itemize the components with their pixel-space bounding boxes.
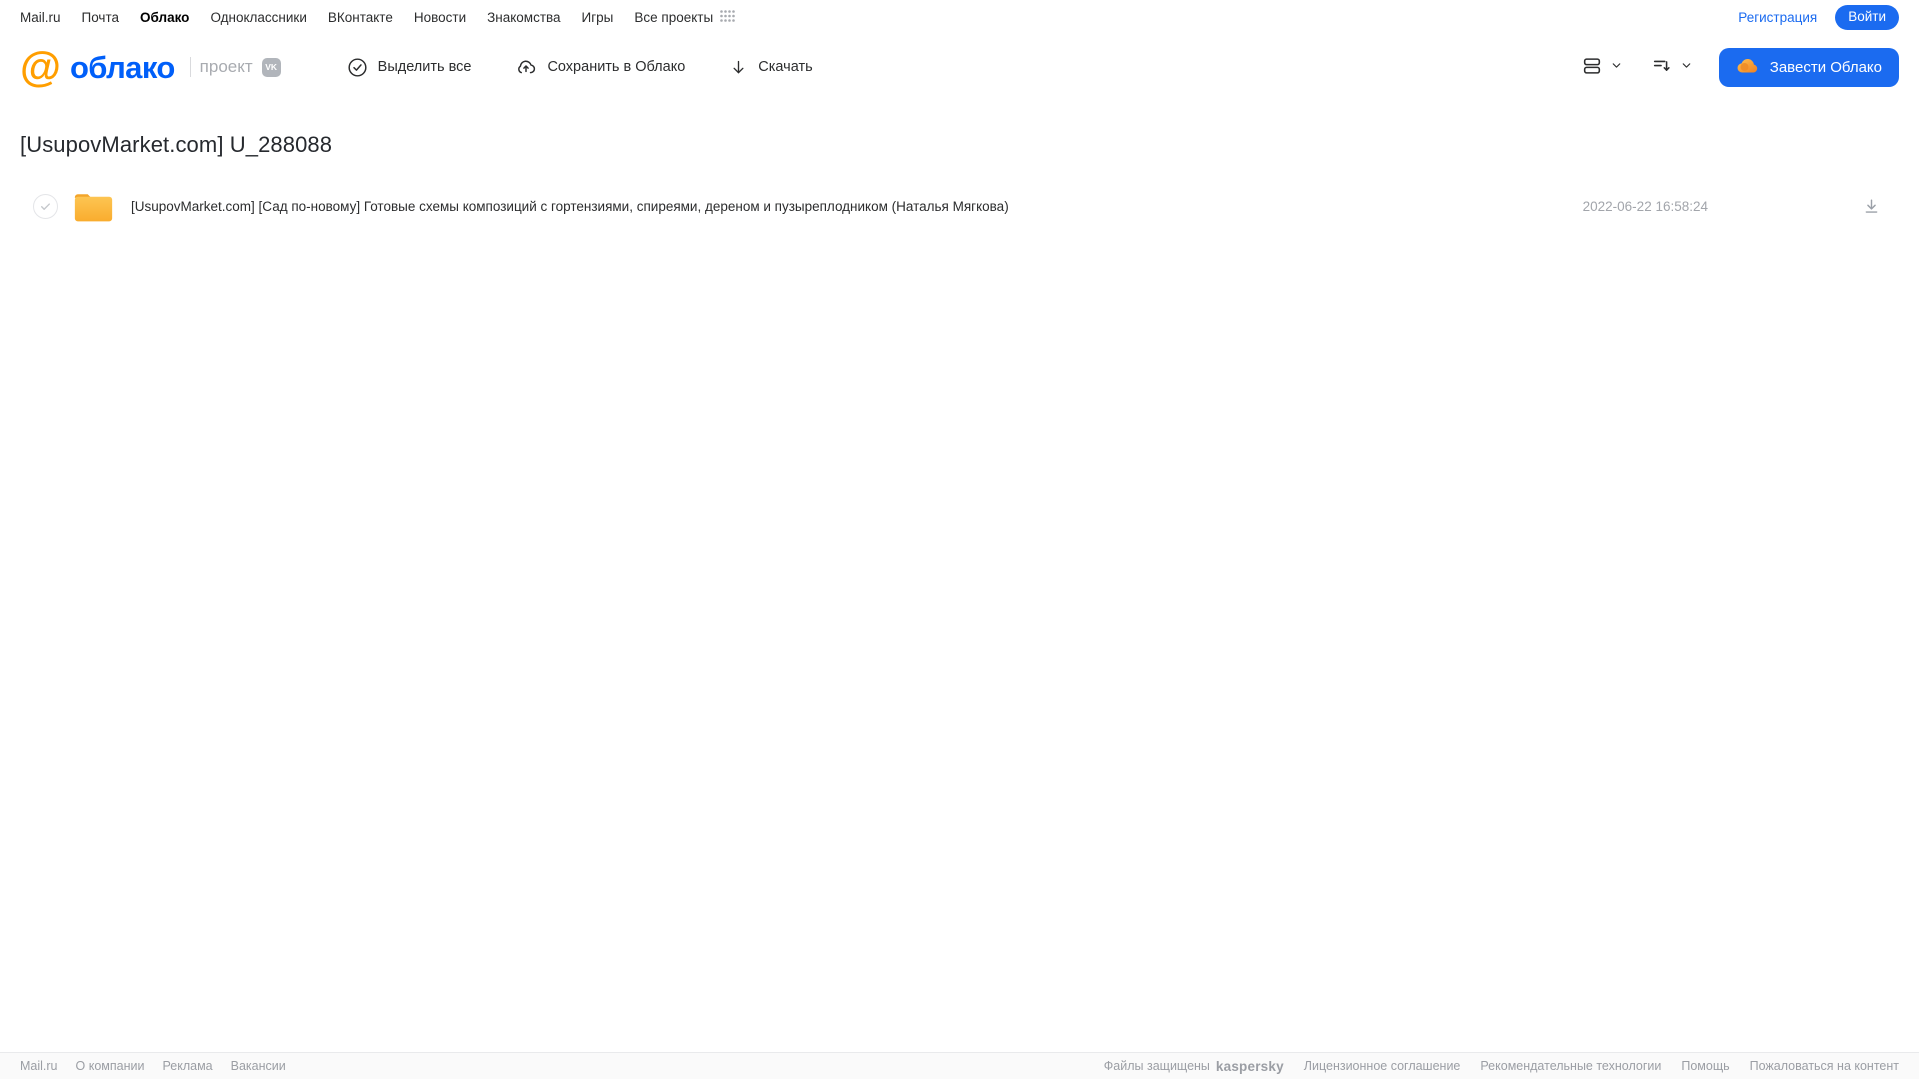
- nav-all-projects[interactable]: Все проекты: [634, 10, 735, 25]
- files-protected-note: Файлы защищены kaspersky: [1104, 1059, 1284, 1074]
- portal-nav: Mail.ru Почта Облако Одноклассники ВКонт…: [0, 0, 1919, 33]
- cloud-icon: [1736, 56, 1760, 78]
- nav-mailru[interactable]: Mail.ru: [20, 10, 61, 25]
- footer-ads-link[interactable]: Реклама: [162, 1059, 212, 1073]
- login-button[interactable]: Войти: [1835, 5, 1899, 30]
- registration-link[interactable]: Регистрация: [1738, 10, 1817, 25]
- footer-left-links: Mail.ru О компании Реклама Вакансии: [20, 1059, 286, 1073]
- portal-nav-auth: Регистрация Войти: [1738, 5, 1899, 30]
- check-circle-icon: [347, 57, 368, 78]
- vk-logo-icon: VK: [261, 57, 281, 77]
- cloud-upload-icon: [515, 57, 537, 78]
- nav-vkontakte[interactable]: ВКонтакте: [328, 10, 393, 25]
- sort-selector[interactable]: [1649, 53, 1695, 82]
- footer-jobs-link[interactable]: Вакансии: [231, 1059, 286, 1073]
- page-footer: Mail.ru О компании Реклама Вакансии Файл…: [0, 1052, 1919, 1079]
- check-icon: [41, 202, 50, 210]
- row-checkbox[interactable]: [33, 193, 58, 219]
- kaspersky-logo[interactable]: kaspersky: [1216, 1059, 1284, 1074]
- select-all-label: Выделить все: [377, 59, 472, 75]
- save-to-cloud-button[interactable]: Сохранить в Облако: [511, 51, 689, 84]
- get-cloud-label: Завести Облако: [1769, 58, 1882, 76]
- project-label: проект: [199, 57, 253, 76]
- nav-games[interactable]: Игры: [582, 10, 614, 25]
- mailru-at-icon: @: [20, 43, 61, 90]
- chevron-down-icon: [1610, 59, 1623, 75]
- footer-about-link[interactable]: О компании: [76, 1059, 145, 1073]
- nav-dating[interactable]: Знакомства: [487, 10, 560, 25]
- get-cloud-button[interactable]: Завести Облако: [1718, 47, 1899, 87]
- view-mode-selector[interactable]: [1579, 53, 1625, 82]
- main-content: [UsupovMarket.com] U_288088 [UsupovMarke…: [0, 132, 1919, 230]
- download-arrow-icon: [729, 58, 748, 77]
- sort-icon: [1651, 55, 1673, 80]
- cloud-logo[interactable]: @ облако проект VK: [20, 43, 281, 90]
- portal-nav-links: Mail.ru Почта Облако Одноклассники ВКонт…: [20, 10, 735, 25]
- footer-mailru-link[interactable]: Mail.ru: [20, 1059, 58, 1073]
- download-tray-icon: [1865, 198, 1878, 213]
- footer-license-link[interactable]: Лицензионное соглашение: [1304, 1059, 1461, 1073]
- cloud-public-page: Mail.ru Почта Облако Одноклассники ВКонт…: [0, 0, 1919, 1079]
- file-toolbar: Выделить все Сохранить в Облако Скачать: [343, 51, 817, 84]
- nav-mail[interactable]: Почта: [82, 10, 120, 25]
- page-title: [UsupovMarket.com] U_288088: [20, 132, 333, 157]
- nav-odnoklassniki[interactable]: Одноклассники: [210, 10, 306, 25]
- footer-recommendations-link[interactable]: Рекомендательные технологии: [1480, 1059, 1661, 1073]
- list-view-icon: [1581, 55, 1603, 80]
- file-name-link[interactable]: [UsupovMarket.com] [Сад по-новому] Готов…: [131, 199, 1009, 214]
- footer-right-links: Файлы защищены kaspersky Лицензионное со…: [1104, 1059, 1899, 1074]
- row-download-button[interactable]: [1860, 195, 1883, 218]
- header-right-controls: Завести Облако: [1579, 47, 1899, 87]
- vk-project-tag: проект VK: [189, 57, 281, 77]
- footer-report-link[interactable]: Пожаловаться на контент: [1750, 1059, 1899, 1073]
- footer-help-link[interactable]: Помощь: [1681, 1059, 1729, 1073]
- folder-icon[interactable]: [73, 189, 114, 224]
- nav-cloud[interactable]: Облако: [140, 10, 189, 25]
- cloud-header: @ облако проект VK Выделить все Сохранит…: [0, 33, 1919, 101]
- save-to-cloud-label: Сохранить в Облако: [547, 59, 686, 75]
- chevron-down-icon: [1680, 59, 1693, 75]
- nav-news[interactable]: Новости: [414, 10, 466, 25]
- protected-by-label: Файлы защищены: [1103, 1059, 1210, 1073]
- nav-all-projects-label: Все проекты: [634, 10, 714, 25]
- download-button[interactable]: Скачать: [725, 52, 816, 83]
- cloud-logo-text: облако: [69, 49, 175, 85]
- apps-grid-icon: [720, 10, 735, 25]
- select-all-button[interactable]: Выделить все: [343, 51, 476, 84]
- download-label: Скачать: [758, 59, 813, 75]
- logo-divider: [189, 57, 191, 77]
- file-modified-date: 2022-06-22 16:58:24: [1582, 198, 1708, 214]
- file-row[interactable]: [UsupovMarket.com] [Сад по-новому] Готов…: [20, 182, 1899, 230]
